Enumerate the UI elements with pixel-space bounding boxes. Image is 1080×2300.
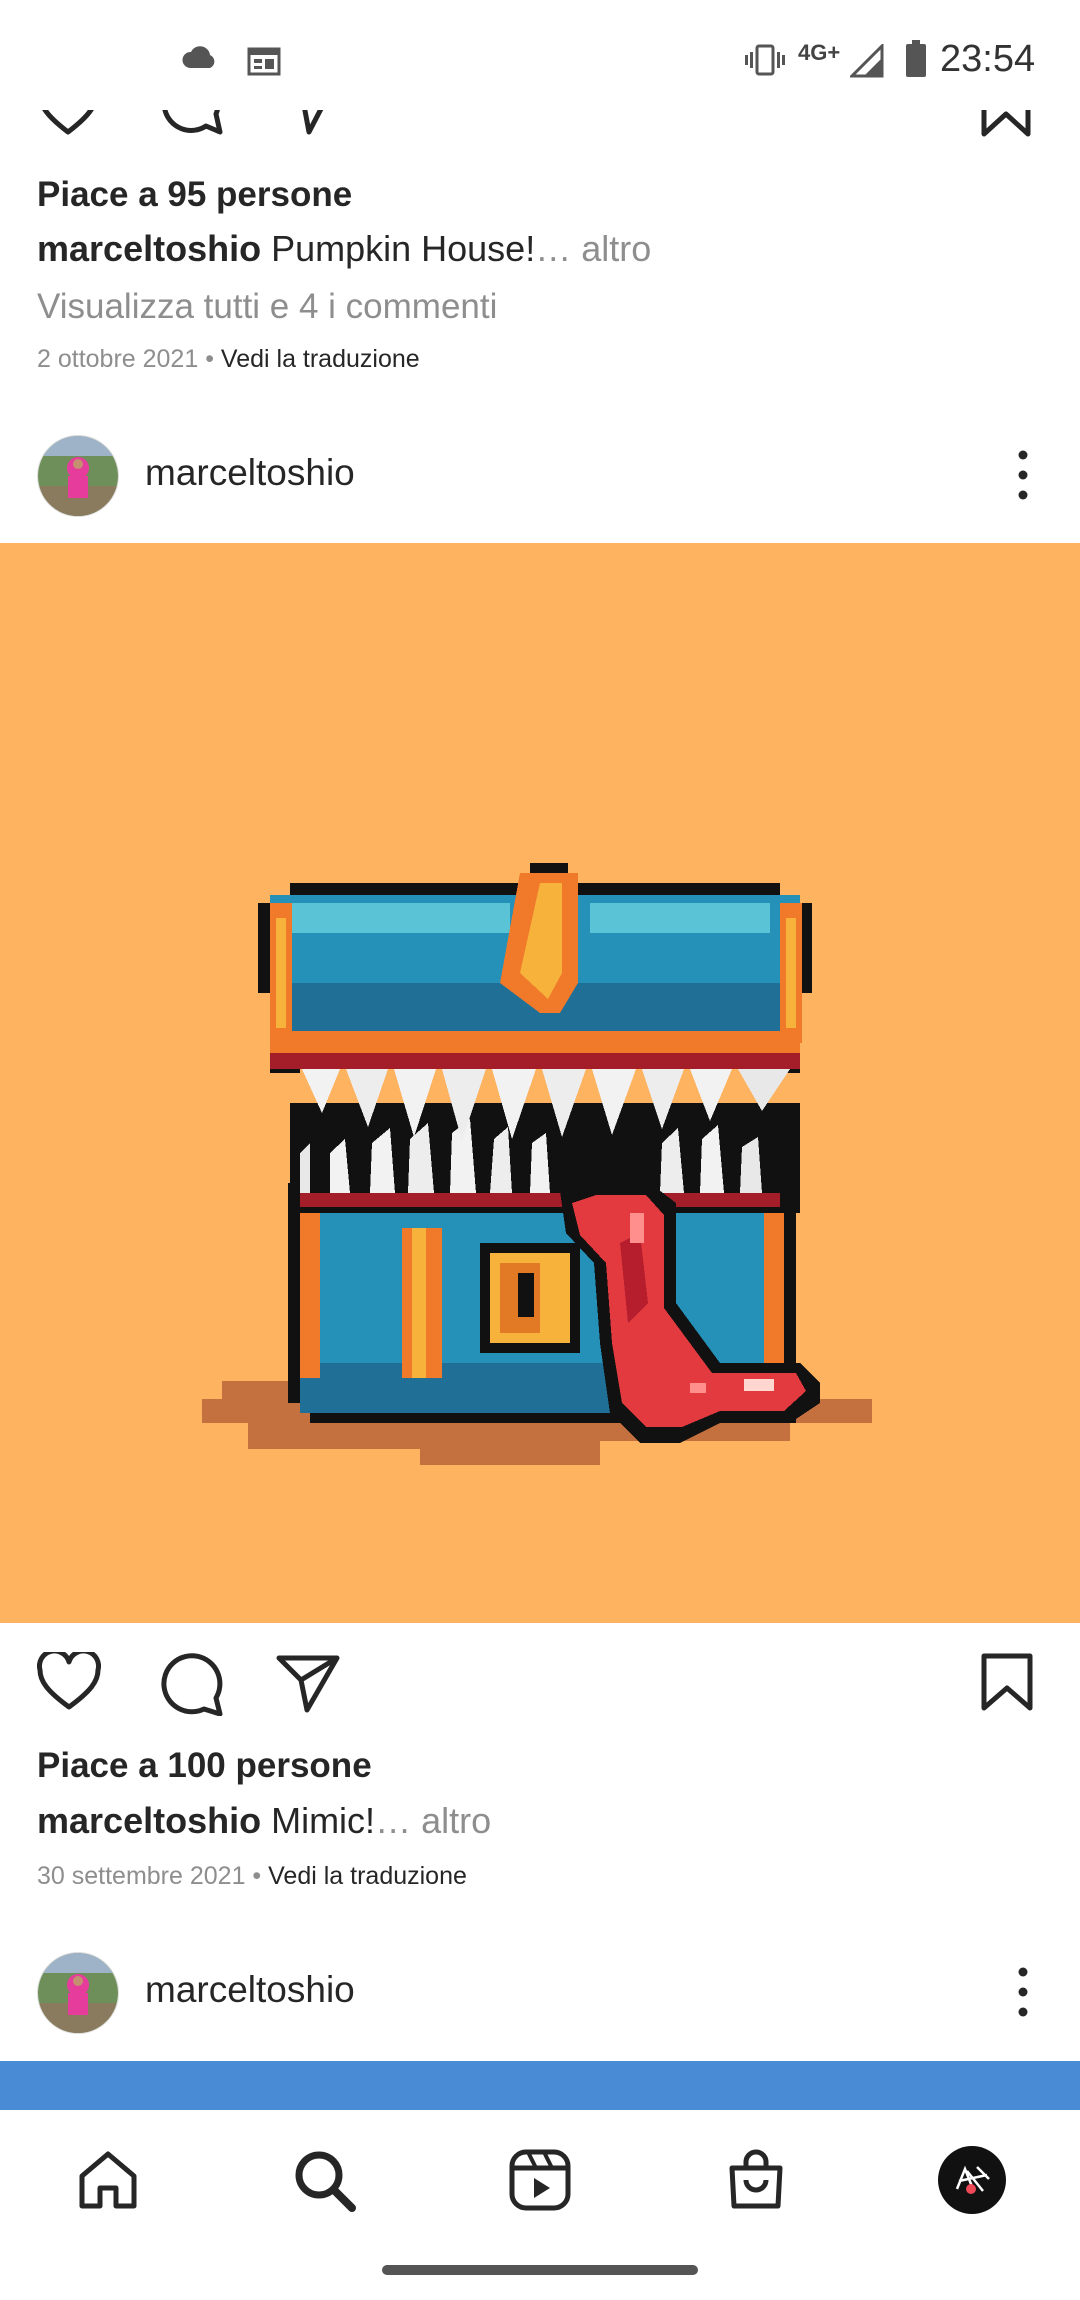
- home-icon: [76, 2148, 140, 2212]
- share-icon[interactable]: [277, 110, 341, 140]
- comment-icon: [158, 1652, 224, 1716]
- battery-icon: [905, 40, 927, 78]
- vibrate-icon: [745, 44, 785, 76]
- comment-icon[interactable]: [160, 110, 224, 140]
- clock: 23:54: [940, 38, 1036, 80]
- calendar-icon: [247, 46, 281, 76]
- caption-more-link[interactable]: … altro: [375, 1800, 491, 1841]
- signal-icon: [850, 44, 884, 78]
- post-author-username[interactable]: marceltoshio: [145, 452, 355, 494]
- more-options-icon[interactable]: [1008, 445, 1038, 505]
- cloud-icon: [180, 44, 220, 72]
- post-date: 30 settembre 2021: [37, 1862, 246, 1890]
- post-meta: 30 settembre 2021 • Vedi la traduzione: [37, 1862, 467, 1891]
- next-post-author-avatar[interactable]: [37, 1952, 119, 2034]
- profile-avatar: [937, 2145, 1007, 2215]
- reels-icon: [508, 2148, 572, 2212]
- caption-more-link[interactable]: … altro: [535, 228, 651, 269]
- caption-text: Pumpkin House!: [261, 228, 536, 269]
- next-post-more-options-icon[interactable]: [1008, 1962, 1038, 2022]
- heart-icon: [37, 1652, 101, 1712]
- home-indicator[interactable]: [382, 2265, 698, 2275]
- caption-username[interactable]: marceltoshio: [37, 1800, 261, 1841]
- previous-post-actions: [0, 110, 1080, 142]
- caption-username[interactable]: marceltoshio: [37, 228, 261, 269]
- shop-icon: [724, 2148, 788, 2212]
- share-icon: [275, 1652, 341, 1714]
- like-button[interactable]: [37, 1652, 101, 1712]
- status-bar: 4G+ 23:54: [0, 0, 1080, 110]
- post-caption: marceltoshio Mimic!… altro: [37, 1800, 491, 1842]
- nav-search[interactable]: [284, 2140, 364, 2220]
- nav-shop[interactable]: [716, 2140, 796, 2220]
- meta-separator: •: [245, 1862, 269, 1890]
- next-post-image[interactable]: [0, 2061, 1080, 2111]
- previous-post-meta: 2 ottobre 2021 • Vedi la traduzione: [37, 345, 420, 374]
- previous-post-caption: marceltoshio Pumpkin House!… altro: [37, 228, 651, 270]
- share-button[interactable]: [275, 1652, 341, 1714]
- bookmark-icon: [980, 1652, 1034, 1712]
- see-translation-link[interactable]: Vedi la traduzione: [221, 345, 420, 373]
- caption-text: Mimic!: [261, 1800, 376, 1841]
- search-icon: [292, 2148, 356, 2212]
- comment-button[interactable]: [158, 1652, 224, 1716]
- see-translation-link[interactable]: Vedi la traduzione: [268, 1862, 467, 1890]
- network-type: 4G+: [798, 40, 841, 65]
- post-date: 2 ottobre 2021: [37, 345, 199, 373]
- profile-notification-dot: [966, 2184, 976, 2194]
- previous-post-likes[interactable]: Piace a 95 persone: [37, 175, 352, 215]
- nav-profile[interactable]: [932, 2140, 1012, 2220]
- next-post-author-username[interactable]: marceltoshio: [145, 1969, 355, 2011]
- save-button[interactable]: [980, 1652, 1034, 1712]
- post-image[interactable]: [0, 543, 1080, 1623]
- meta-separator: •: [198, 345, 221, 373]
- post-likes[interactable]: Piace a 100 persone: [37, 1746, 372, 1786]
- post-author-avatar[interactable]: [37, 435, 119, 517]
- view-all-comments-link[interactable]: Visualizza tutti e 4 i commenti: [37, 287, 497, 327]
- bookmark-icon[interactable]: [980, 110, 1032, 140]
- heart-icon[interactable]: [37, 110, 99, 140]
- nav-reels[interactable]: [500, 2140, 580, 2220]
- nav-home[interactable]: [68, 2140, 148, 2220]
